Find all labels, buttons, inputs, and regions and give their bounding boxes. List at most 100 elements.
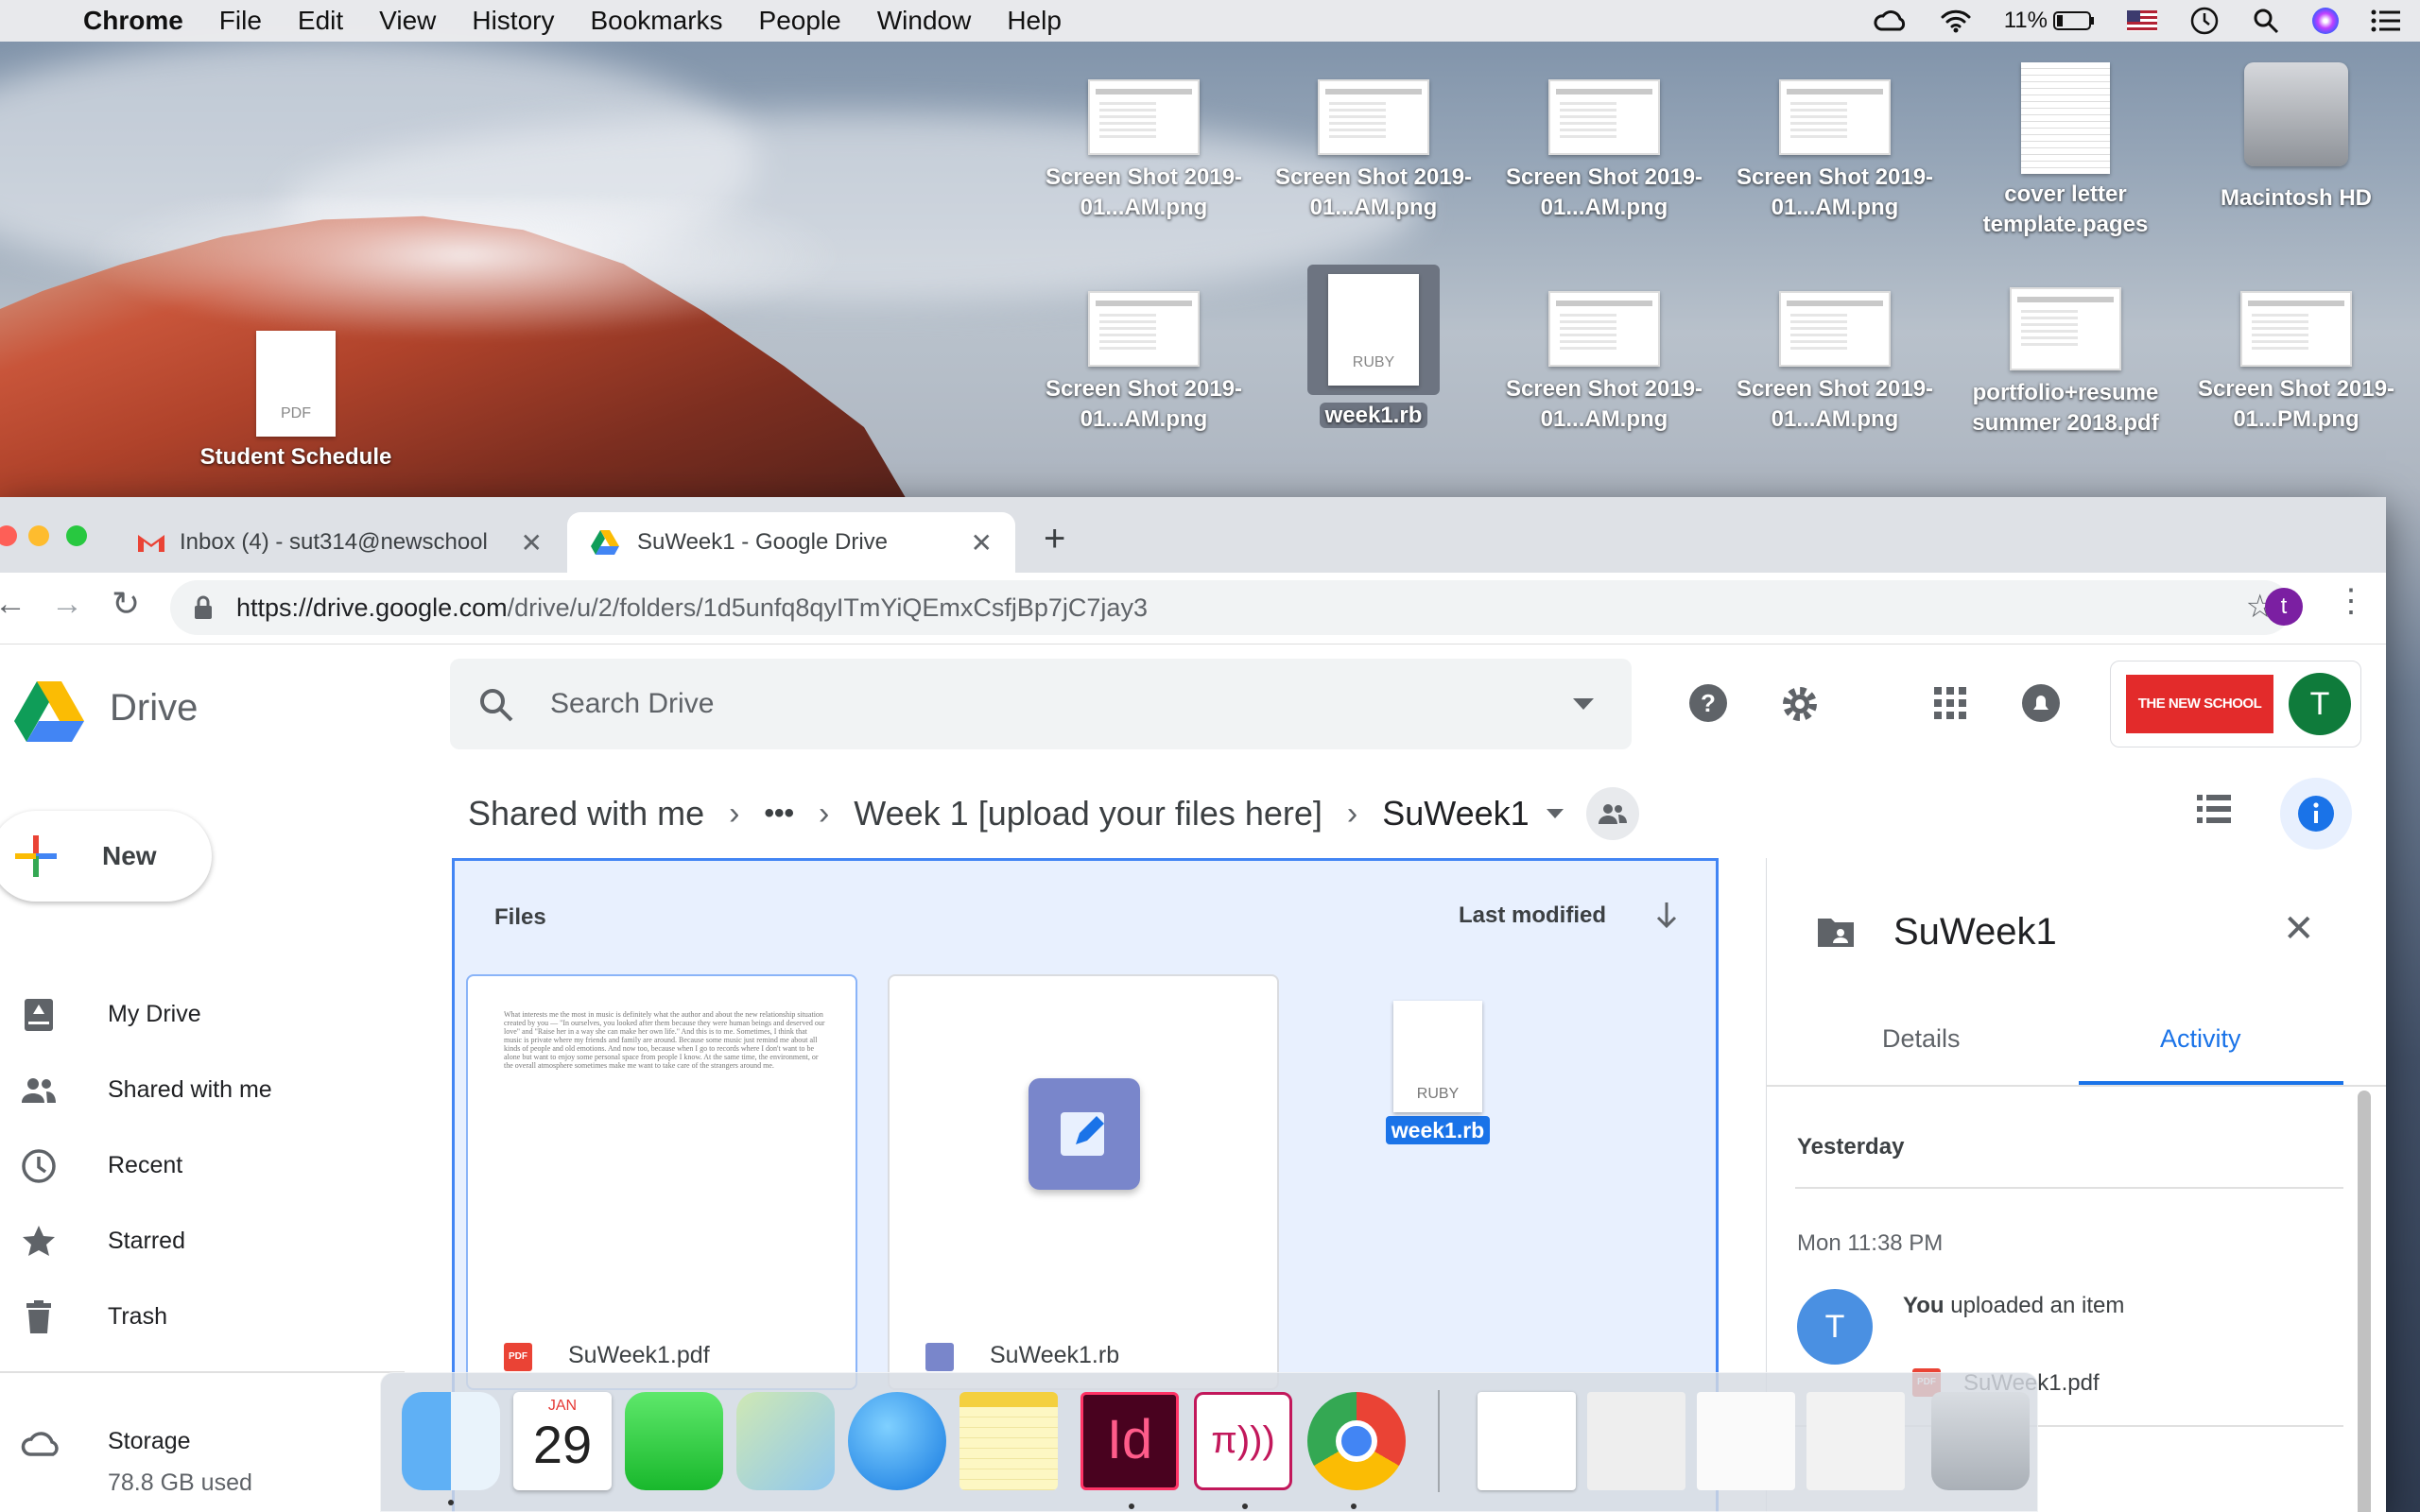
list-view-icon[interactable] xyxy=(2197,795,2231,823)
folder-menu-chevron-down-icon[interactable] xyxy=(1546,809,1564,818)
breadcrumb-current-folder[interactable]: SuWeek1 xyxy=(1382,794,1529,833)
indesign-icon[interactable]: Id xyxy=(1080,1392,1179,1490)
spotlight-search-icon[interactable] xyxy=(2252,7,2280,35)
maps-icon[interactable] xyxy=(736,1392,835,1490)
forward-arrow-icon[interactable]: → xyxy=(51,586,83,623)
minimized-window-finder[interactable] xyxy=(1806,1392,1905,1490)
tab-inbox[interactable]: Inbox (4) - sut314@newschool ✕ xyxy=(113,512,558,573)
desktop-icon-screenshot-3[interactable]: Screen Shot 2019-01...AM.png xyxy=(1495,79,1713,223)
reload-icon[interactable]: ↻ xyxy=(112,584,140,624)
new-tab-button[interactable]: + xyxy=(1044,518,1065,560)
menu-window[interactable]: Window xyxy=(877,6,972,36)
minimize-window-button[interactable] xyxy=(28,525,49,546)
sidebar-item-my-drive[interactable]: My Drive xyxy=(0,984,406,1044)
desktop-icon-screenshot-8[interactable]: Screen Shot 2019-01...PM.png xyxy=(2187,291,2405,435)
menu-file[interactable]: File xyxy=(219,6,262,36)
account-avatar[interactable]: T xyxy=(2289,673,2351,735)
address-bar[interactable]: https://drive.google.com/drive/u/2/folde… xyxy=(170,580,2291,635)
profile-avatar[interactable]: t xyxy=(2265,588,2303,626)
sidebar-item-trash[interactable]: Trash xyxy=(0,1286,406,1347)
sidebar-item-starred[interactable]: Starred xyxy=(0,1211,406,1271)
menu-app-name[interactable]: Chrome xyxy=(83,6,183,36)
recent-document-icon[interactable] xyxy=(1478,1392,1576,1490)
file-card-suweek1-rb[interactable]: SuWeek1.rb xyxy=(888,974,1279,1390)
messages-icon[interactable] xyxy=(848,1392,946,1490)
breadcrumb-week1[interactable]: Week 1 [upload your files here] xyxy=(854,794,1322,833)
pdf-file-icon: PDF xyxy=(256,331,336,437)
back-arrow-icon[interactable]: ← xyxy=(0,586,26,623)
desktop-icon-screenshot-5[interactable]: Screen Shot 2019-01...AM.png xyxy=(1035,291,1253,435)
shared-folder-people-icon[interactable] xyxy=(1585,787,1639,840)
settings-gear-icon[interactable] xyxy=(1779,683,1821,725)
desktop-icon-student-schedule[interactable]: PDF Student Schedule xyxy=(187,331,405,472)
breadcrumb-shared-with-me[interactable]: Shared with me xyxy=(468,794,704,833)
menu-help[interactable]: Help xyxy=(1007,6,1062,36)
sidebar-item-recent[interactable]: Recent xyxy=(0,1135,406,1195)
desktop-icon-portfolio-resume[interactable]: portfolio+resume summer 2018.pdf xyxy=(1957,287,2174,438)
info-icon xyxy=(2298,796,2334,832)
drive-logo-icon[interactable] xyxy=(13,679,85,742)
account-switcher[interactable]: THE NEW SCHOOL T xyxy=(2110,661,2361,747)
search-bar[interactable]: Search Drive xyxy=(450,659,1632,749)
desktop-icon-week1-rb[interactable]: RUBY week1.rb xyxy=(1265,265,1482,431)
time-machine-icon[interactable] xyxy=(2189,6,2220,36)
siri-icon[interactable] xyxy=(2312,8,2339,34)
search-options-icon[interactable] xyxy=(1573,698,1594,710)
menu-view[interactable]: View xyxy=(379,6,436,36)
desktop-icon-screenshot-6[interactable]: Screen Shot 2019-01...AM.png xyxy=(1495,291,1713,435)
sort-by-last-modified[interactable]: Last modified xyxy=(1459,902,1606,929)
menu-bar: Chrome File Edit View History Bookmarks … xyxy=(0,0,2420,42)
lock-icon[interactable] xyxy=(193,594,214,621)
search-icon[interactable] xyxy=(478,687,514,723)
wifi-icon[interactable] xyxy=(1940,8,1972,34)
trash-can-icon[interactable] xyxy=(1931,1392,2030,1490)
close-panel-icon[interactable]: ✕ xyxy=(2283,907,2315,951)
menu-history[interactable]: History xyxy=(472,6,554,36)
chrome-menu-icon[interactable]: ⋮ xyxy=(2335,582,2367,620)
new-button[interactable]: New xyxy=(0,811,212,902)
tab-activity[interactable]: Activity xyxy=(2160,1024,2241,1054)
storage-used: 78.8 GB used xyxy=(108,1469,252,1496)
calendar-icon[interactable]: JAN 29 xyxy=(513,1392,612,1490)
finder-icon[interactable] xyxy=(402,1392,500,1505)
minimized-window-pi[interactable] xyxy=(1697,1392,1795,1490)
battery-indicator[interactable]: 11% xyxy=(2004,8,2095,34)
facetime-icon[interactable] xyxy=(625,1392,723,1490)
sort-direction-arrow-down-icon[interactable] xyxy=(1655,901,1678,929)
desktop-icon-label: cover letter template.pages xyxy=(1982,181,2149,237)
pi-app-icon[interactable]: π))) xyxy=(1194,1392,1292,1490)
desktop-icon-screenshot-4[interactable]: Screen Shot 2019-01...AM.png xyxy=(1726,79,1944,223)
menu-bookmarks[interactable]: Bookmarks xyxy=(590,6,722,36)
desktop-icon-macintosh-hd[interactable]: Macintosh HD xyxy=(2187,62,2405,214)
menu-people[interactable]: People xyxy=(759,6,841,36)
view-details-button[interactable] xyxy=(2280,778,2352,850)
breadcrumb-overflow[interactable]: ••• xyxy=(764,798,794,830)
desktop-icon-screenshot-7[interactable]: Screen Shot 2019-01...AM.png xyxy=(1726,291,1944,435)
minimized-window-indesign[interactable] xyxy=(1587,1392,1685,1490)
tab-google-drive[interactable]: SuWeek1 - Google Drive ✕ xyxy=(567,512,1015,573)
menu-edit[interactable]: Edit xyxy=(298,6,343,36)
notes-icon[interactable] xyxy=(959,1392,1058,1490)
desktop-icon-cover-letter[interactable]: cover letter template.pages xyxy=(1957,62,2174,240)
desktop-icon-screenshot-2[interactable]: Screen Shot 2019-01...AM.png xyxy=(1265,79,1482,223)
us-flag-icon[interactable] xyxy=(2127,10,2157,31)
close-tab-icon[interactable]: ✕ xyxy=(521,527,543,558)
desktop-icon-label: Screen Shot 2019-01...AM.png xyxy=(1274,164,1473,220)
panel-scrollbar[interactable] xyxy=(2358,1091,2371,1512)
tab-details[interactable]: Details xyxy=(1882,1024,1961,1054)
sidebar-item-storage[interactable]: Storage xyxy=(0,1411,406,1471)
help-icon[interactable]: ? xyxy=(1688,683,1728,723)
notifications-bell-icon[interactable] xyxy=(2021,683,2061,723)
close-tab-icon[interactable]: ✕ xyxy=(971,527,993,558)
close-window-button[interactable] xyxy=(0,525,17,546)
dragged-file-week1-rb[interactable]: RUBY week1.rb xyxy=(1376,1001,1499,1144)
creative-cloud-icon[interactable] xyxy=(1874,7,1908,35)
file-card-suweek1-pdf[interactable]: What interests me the most in music is d… xyxy=(466,974,857,1390)
drive-brand[interactable]: Drive xyxy=(110,687,198,730)
chrome-icon[interactable] xyxy=(1307,1392,1406,1490)
apps-grid-icon[interactable] xyxy=(1934,687,1966,719)
desktop-icon-screenshot-1[interactable]: Screen Shot 2019-01...AM.png xyxy=(1035,79,1253,223)
zoom-window-button[interactable] xyxy=(66,525,87,546)
notification-center-icon[interactable] xyxy=(2371,9,2401,33)
sidebar-item-shared-with-me[interactable]: Shared with me xyxy=(0,1059,406,1120)
